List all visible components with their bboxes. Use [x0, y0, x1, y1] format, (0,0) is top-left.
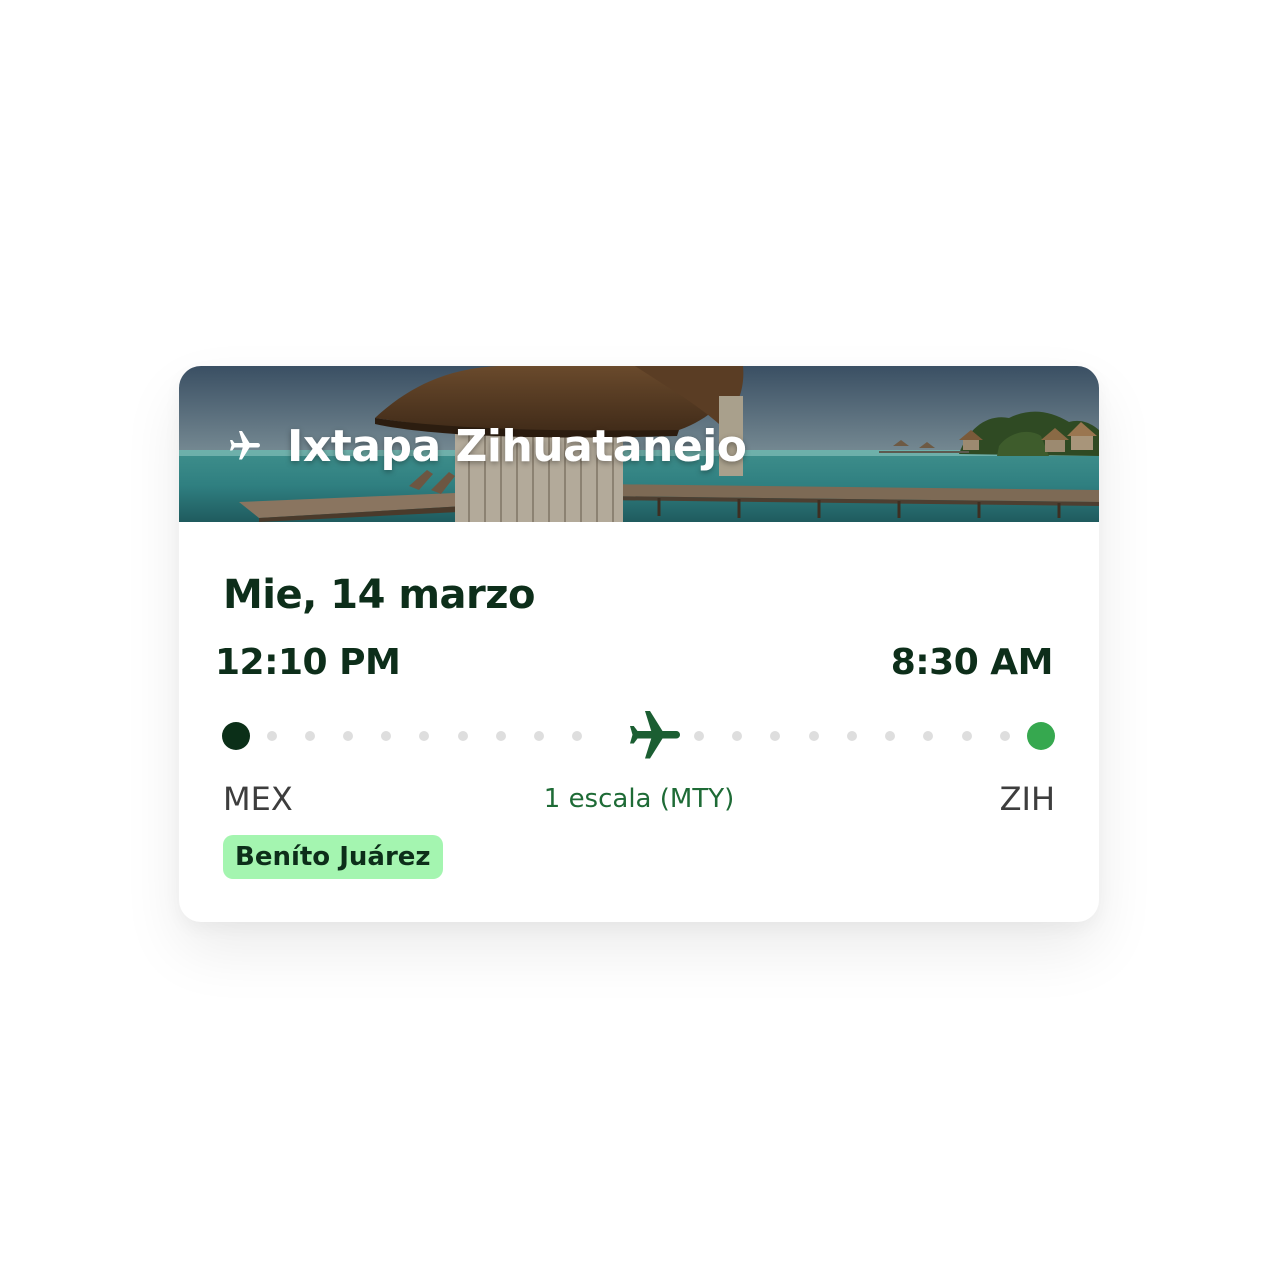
arrival-time: 8:30 AM: [890, 642, 1054, 683]
destination-dot: [1027, 722, 1055, 750]
flight-card[interactable]: Ixtapa Zihuatanejo Mie, 14 marzo 12:10 P…: [179, 366, 1099, 922]
route-dot: [923, 731, 933, 741]
route-dot: [381, 731, 391, 741]
airplane-icon: [630, 711, 680, 759]
stops-info: 1 escala (MTY): [543, 784, 735, 814]
route-timeline: [222, 706, 1059, 766]
route-dot: [809, 731, 819, 741]
route-dot: [267, 731, 277, 741]
route-dot: [1000, 731, 1010, 741]
route-dot: [572, 731, 582, 741]
route-dot: [343, 731, 353, 741]
airplane-icon: [230, 431, 260, 460]
destination-airport-code: ZIH: [999, 780, 1055, 818]
route-dot: [419, 731, 429, 741]
route-dot: [962, 731, 972, 741]
route-dot: [534, 731, 544, 741]
destination-banner: Ixtapa Zihuatanejo: [179, 366, 1099, 522]
origin-airport-badge: Beníto Juárez: [223, 835, 443, 879]
destination-header: Ixtapa Zihuatanejo: [227, 416, 747, 476]
origin-airport-code: MEX: [223, 780, 293, 818]
destination-title: Ixtapa Zihuatanejo: [287, 420, 747, 472]
route-dot: [732, 731, 742, 741]
origin-dot: [222, 722, 250, 750]
route-dot: [496, 731, 506, 741]
flight-date: Mie, 14 marzo: [223, 572, 536, 618]
route-dot: [770, 731, 780, 741]
route-dot: [458, 731, 468, 741]
route-dot: [305, 731, 315, 741]
route-dot: [847, 731, 857, 741]
departure-time: 12:10 PM: [215, 642, 401, 683]
route-dot: [694, 731, 704, 741]
route-dot: [885, 731, 895, 741]
